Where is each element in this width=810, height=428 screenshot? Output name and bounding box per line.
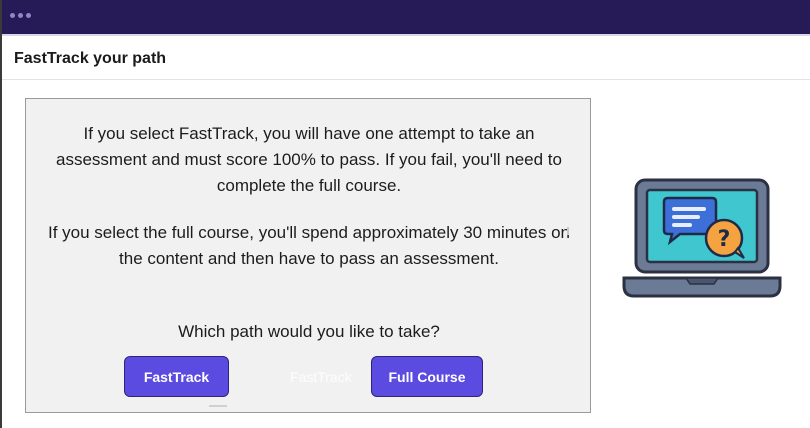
full-course-button[interactable]: Full Course bbox=[371, 356, 483, 397]
divider-mark bbox=[567, 227, 569, 235]
window-dots-icon[interactable] bbox=[10, 13, 31, 18]
page-title: FastTrack your path bbox=[14, 50, 167, 67]
title-divider bbox=[2, 79, 810, 80]
title-bar bbox=[2, 0, 810, 34]
dot bbox=[10, 13, 15, 18]
fasttrack-button[interactable]: FastTrack bbox=[124, 356, 229, 397]
dot bbox=[26, 13, 31, 18]
path-question: Which path would you like to take? bbox=[178, 322, 440, 341]
dot bbox=[18, 13, 23, 18]
fasttrack-description: If you select FastTrack, you will have o… bbox=[56, 124, 562, 195]
divider-mark bbox=[209, 405, 227, 407]
app-window: FastTrack your path If you select FastTr… bbox=[0, 0, 810, 428]
svg-text:?: ? bbox=[718, 227, 731, 252]
ghost-label: FastTrack bbox=[290, 369, 352, 385]
full-course-description: If you select the full course, you'll sp… bbox=[47, 223, 571, 268]
laptop-chat-question-icon: ? bbox=[622, 178, 782, 298]
header-divider bbox=[2, 34, 810, 36]
path-choice-card: If you select FastTrack, you will have o… bbox=[25, 98, 591, 413]
